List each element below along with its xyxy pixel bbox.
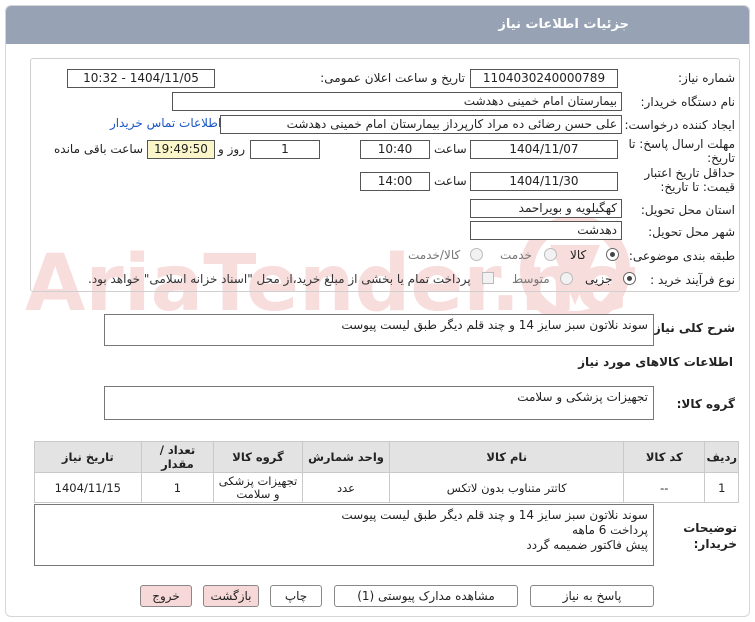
table-header: کد کالا [623, 441, 706, 473]
process-medium-label: متوسط [512, 272, 550, 286]
description-field: سوند نلاتون سبز سایز 14 و چند قلم دیگر ط… [104, 314, 654, 346]
goods-group-field: تجهیزات پزشکی و سلامت [104, 386, 654, 420]
process-partial-radio[interactable] [623, 272, 636, 285]
reply-date-field: 1404/11/07 [470, 140, 618, 159]
table-cell: -- [623, 472, 706, 503]
goods-info-heading: اطلاعات کالاهای مورد نیاز [578, 355, 733, 369]
buyer-org-field: بیمارستان امام خمینی دهدشت [172, 92, 622, 111]
table-header: گروه کالا [213, 441, 303, 473]
process-type-label: نوع فرآیند خرید : [650, 273, 735, 287]
delivery-province-label: استان محل تحویل: [640, 203, 735, 217]
table-header: تعداد / مقدار [140, 441, 215, 473]
announce-datetime-field: 1404/11/05 - 10:32 [67, 69, 215, 88]
price-date-field: 1404/11/30 [470, 172, 618, 191]
buyer-notes-field: سوند نلاتون سبز سایز 14 و چند قلم دیگر ط… [34, 504, 654, 566]
table-cell: کاتتر متناوب بدون لاتکس [389, 472, 625, 503]
table-header: تاریخ نیاز [34, 441, 142, 473]
category-service-radio[interactable] [544, 248, 557, 261]
reply-deadline-label: مهلت ارسال پاسخ: تا تاریخ: [628, 137, 735, 165]
print-button[interactable]: چاپ [270, 585, 322, 607]
table-cell: عدد [301, 472, 391, 503]
buyer-contact-link[interactable]: اطلاعات تماس خریدار [110, 116, 221, 130]
province-field: کهگیلویه و بویراحمد [470, 199, 622, 218]
process-medium-radio[interactable] [560, 272, 573, 285]
page-title: جزئیات اطلاعات نیاز [498, 17, 629, 32]
reply-time-label: ساعت [434, 142, 467, 156]
remaining-time-field: 19:49:50 [147, 140, 215, 159]
price-time-label: ساعت [434, 174, 467, 188]
goods-group-label: گروه کالا: [676, 397, 735, 411]
table-row[interactable]: 1 -- کاتتر متناوب بدون لاتکس عدد تجهیزات… [34, 472, 739, 503]
table-header: ردیف [704, 441, 739, 473]
back-button[interactable]: بازگشت [203, 585, 259, 607]
title-bar: جزئیات اطلاعات نیاز [6, 6, 749, 44]
reply-time-field: 10:40 [360, 140, 430, 159]
buyer-org-label: نام دستگاه خریدار: [640, 95, 736, 109]
announce-datetime-label: تاریخ و ساعت اعلان عمومی: [320, 71, 465, 85]
category-goods-service-label: کالا/خدمت [408, 248, 461, 262]
category-goods-radio[interactable] [606, 248, 619, 261]
table-cell: تجهیزات پزشکی و سلامت [213, 472, 303, 503]
table-cell: 1 [704, 472, 739, 503]
treasury-payment-checkbox[interactable] [482, 272, 494, 284]
buyer-notes-line: پیش فاکتور ضمیمه گردد [526, 538, 648, 552]
category-label: طبقه بندی موضوعی: [628, 249, 735, 263]
requester-label: ایجاد کننده درخواست: [624, 118, 735, 132]
reply-button[interactable]: پاسخ به نیاز [530, 585, 654, 607]
table-header: واحد شمارش [301, 441, 391, 473]
requester-field: علی حسن رضائی ده مراد کارپرداز بیمارستان… [220, 115, 622, 134]
buyer-notes-line: پرداخت 6 ماهه [572, 523, 648, 537]
table-cell: 1 [140, 472, 215, 503]
city-field: دهدشت [470, 221, 622, 240]
items-table: ردیف کد کالا نام کالا واحد شمارش گروه کا… [34, 441, 739, 503]
view-attachments-button[interactable]: مشاهده مدارک پیوستی (1) [334, 585, 518, 607]
table-header-row: ردیف کد کالا نام کالا واحد شمارش گروه کا… [34, 441, 739, 473]
category-goods-label: کالا [570, 248, 587, 262]
days-field: 1 [250, 140, 320, 159]
category-goods-service-radio[interactable] [470, 248, 483, 261]
description-label: شرح کلی نیاز: [649, 321, 735, 335]
table-header: نام کالا [389, 441, 625, 473]
table-cell: 1404/11/15 [34, 472, 142, 503]
buyer-notes-label: توضیحات خریدار: [683, 521, 737, 551]
price-validity-label: حداقل تاریخ اعتبار قیمت: تا تاریخ: [644, 166, 735, 194]
treasury-payment-note: پرداخت تمام یا بخشی از مبلغ خرید،از محل … [88, 272, 471, 286]
buyer-notes-line: سوند نلاتون سبز سایز 14 و چند قلم دیگر ط… [341, 508, 648, 522]
remaining-label: ساعت باقی مانده [54, 142, 144, 156]
category-service-label: خدمت [500, 248, 532, 262]
process-partial-label: جزیی [585, 272, 613, 286]
need-number-field: 1104030240000789 [470, 69, 618, 88]
delivery-city-label: شهر محل تحویل: [648, 225, 735, 239]
price-time-field: 14:00 [360, 172, 430, 191]
exit-button[interactable]: خروج [140, 585, 192, 607]
need-number-label: شماره نیاز: [678, 71, 735, 85]
and-day-label: روز و [218, 142, 245, 156]
